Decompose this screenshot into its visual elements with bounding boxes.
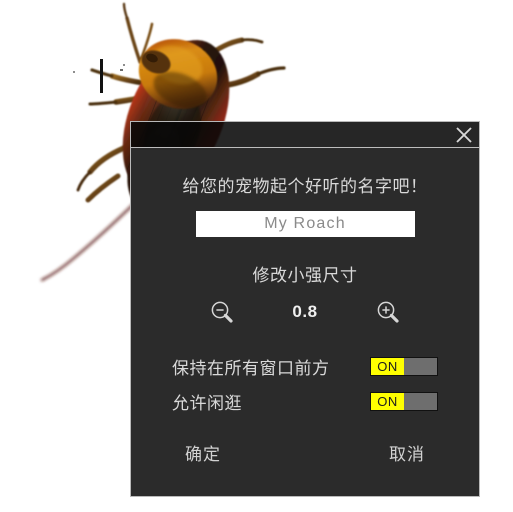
increase-size-button[interactable] — [371, 296, 405, 328]
dialog-titlebar[interactable] — [131, 122, 479, 148]
dialog-button-row: 确定 取消 — [179, 438, 431, 467]
zoom-out-icon — [211, 301, 233, 323]
dot-artifact — [120, 69, 123, 71]
toggle-track — [404, 393, 437, 410]
cancel-button[interactable]: 取消 — [383, 438, 431, 467]
size-value: 0.8 — [292, 302, 318, 321]
toggle-label-allow-wander: 允许闲逛 — [172, 394, 242, 413]
size-section-label: 修改小强尺寸 — [252, 266, 358, 285]
pet-name-input[interactable] — [195, 211, 415, 237]
pet-settings-dialog: 给您的宠物起个好听的名字吧！ 修改小强尺寸 0.8 — [130, 121, 480, 497]
toggle-switch-allow-wander[interactable]: ON — [370, 392, 438, 411]
toggle-row-always-on-top: 保持在所有窗口前方 ON — [172, 354, 438, 379]
toggle-row-allow-wander: 允许闲逛 ON — [172, 389, 438, 414]
toggle-label-always-on-top: 保持在所有窗口前方 — [172, 359, 330, 378]
close-icon — [456, 126, 472, 143]
close-button[interactable] — [449, 122, 479, 147]
dot-artifact — [73, 71, 75, 73]
dot-artifact — [123, 64, 125, 66]
toggle-track — [404, 358, 437, 375]
toggle-list: 保持在所有窗口前方 ON 允许闲逛 ON — [131, 354, 479, 414]
name-prompt-label: 给您的宠物起个好听的名字吧！ — [182, 177, 428, 196]
dialog-body: 给您的宠物起个好听的名字吧！ 修改小强尺寸 0.8 — [131, 148, 479, 496]
confirm-button[interactable]: 确定 — [179, 438, 227, 467]
toggle-switch-always-on-top[interactable]: ON — [370, 357, 438, 376]
decrease-size-button[interactable] — [205, 296, 239, 328]
size-control-row: 0.8 — [131, 296, 479, 328]
toggle-state-label: ON — [371, 358, 404, 375]
screen-canvas: 给您的宠物起个好听的名字吧！ 修改小强尺寸 0.8 — [0, 0, 513, 512]
zoom-in-icon — [377, 301, 399, 323]
toggle-state-label: ON — [371, 393, 404, 410]
text-caret — [100, 59, 103, 93]
